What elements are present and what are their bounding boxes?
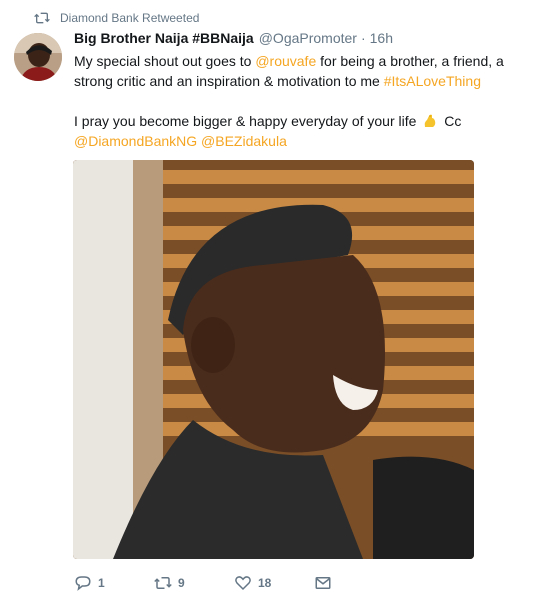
direct-message-button[interactable]	[314, 574, 332, 592]
photo-image	[73, 160, 474, 559]
mention-diamondbankng[interactable]: @DiamondBankNG	[74, 133, 197, 149]
retweet-count: 9	[178, 576, 185, 590]
reply-icon	[75, 576, 91, 591]
tweet-text: My special shout out goes to @rouvafe fo…	[74, 51, 544, 151]
dm-icon	[315, 577, 331, 589]
mention-rouvafe[interactable]: @rouvafe	[255, 53, 316, 69]
retweet-icon	[34, 12, 50, 24]
tweet-text-segment: Cc	[440, 113, 462, 129]
avatar-image	[14, 33, 62, 81]
reply-button[interactable]: 1	[74, 574, 105, 592]
retweet-banner: Diamond Bank Retweeted	[34, 9, 199, 27]
reply-count: 1	[98, 576, 105, 590]
retweet-banner-text[interactable]: Diamond Bank Retweeted	[60, 11, 199, 25]
retweet-icon	[154, 577, 172, 589]
tweet-paragraph-1: My special shout out goes to @rouvafe fo…	[74, 51, 544, 91]
flexed-biceps-emoji	[425, 114, 436, 127]
user-handle[interactable]: @OgaPromoter	[259, 30, 357, 46]
like-icon	[235, 576, 251, 591]
like-count: 18	[258, 576, 272, 590]
timestamp[interactable]: 16h	[370, 30, 393, 46]
avatar[interactable]	[14, 33, 62, 81]
tweet-header: Big Brother Naija #BBNaija @OgaPromoter …	[74, 30, 393, 50]
tweet-photo[interactable]	[73, 160, 474, 559]
hashtag-link[interactable]: #ItsALoveThing	[384, 73, 481, 89]
display-name[interactable]: Big Brother Naija #BBNaija	[74, 30, 254, 46]
tweet-text-segment: My special shout out goes to	[74, 53, 256, 69]
tweet-paragraph-2: I pray you become bigger & happy everyda…	[74, 111, 544, 151]
separator-dot: ·	[360, 30, 366, 46]
like-button[interactable]: 18	[234, 574, 271, 592]
mention-bezidakula[interactable]: @BEZidakula	[201, 133, 287, 149]
retweet-button[interactable]: 9	[154, 574, 185, 592]
tweet-text-segment: I pray you become bigger & happy everyda…	[74, 113, 421, 129]
